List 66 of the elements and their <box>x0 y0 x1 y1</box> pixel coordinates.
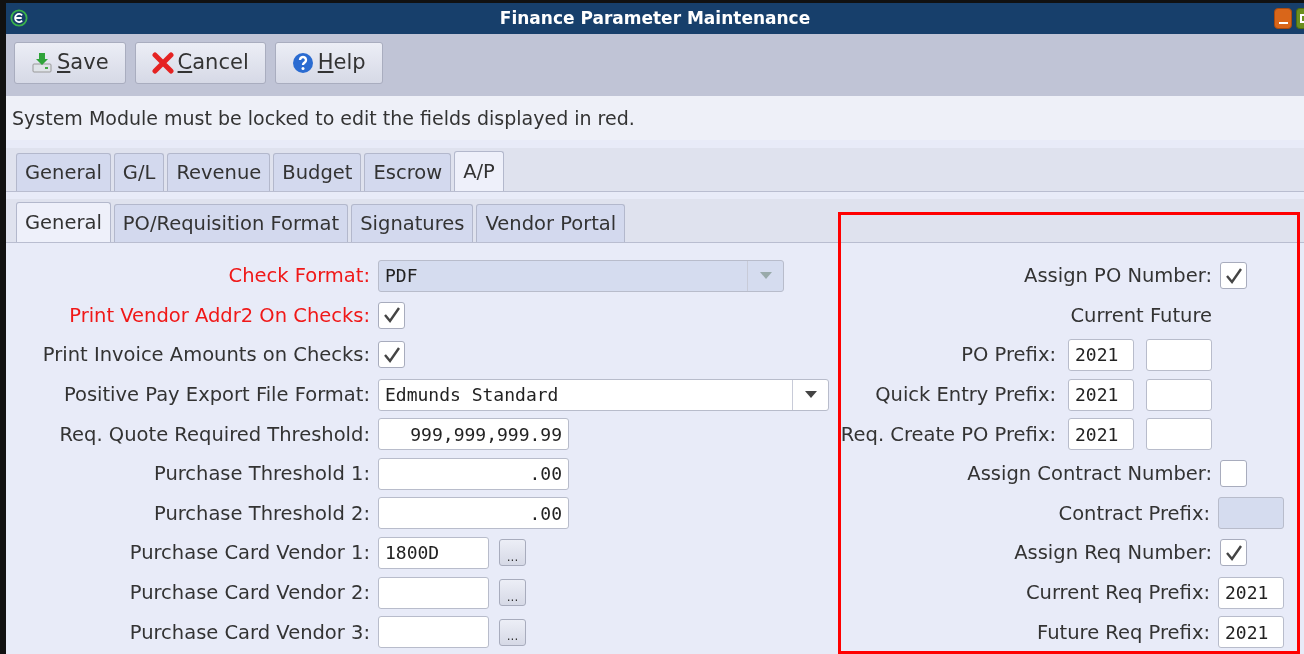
field-label: Purchase Threshold 1: <box>152 461 370 488</box>
tab[interactable]: G/L <box>113 153 165 191</box>
input-field[interactable]: 2021 <box>1218 616 1284 649</box>
number-field[interactable]: .00 <box>378 497 569 530</box>
field-label: Purchase Threshold 2: <box>152 500 370 527</box>
tab[interactable]: Signatures <box>351 204 474 242</box>
checkbox[interactable] <box>378 301 405 329</box>
help-button[interactable]: Help <box>274 42 383 84</box>
app-logo-icon <box>10 9 28 27</box>
field-label: PO Prefix: <box>961 342 1056 369</box>
input-field[interactable]: 1800D <box>378 536 489 569</box>
checkmark-icon <box>381 345 402 365</box>
column-header: Current Future <box>1070 302 1212 329</box>
tab[interactable]: General <box>16 202 111 242</box>
input-field[interactable] <box>1146 418 1212 451</box>
input-field[interactable] <box>1146 339 1212 371</box>
field-label: Contract Prefix: <box>1058 500 1210 527</box>
number-field[interactable]: .00 <box>378 457 569 490</box>
field-label: Assign Req Number: <box>1014 540 1212 567</box>
tab[interactable]: Budget <box>273 153 362 191</box>
tab[interactable]: A/P <box>454 151 504 191</box>
number-field[interactable]: 999,999,999.99 <box>378 418 569 451</box>
field-label: Assign PO Number: <box>1024 263 1212 290</box>
lookup-button[interactable]: ... <box>499 579 526 607</box>
field-label: Current Req Prefix: <box>1025 579 1210 606</box>
field-label: Assign Contract Number: <box>967 461 1212 488</box>
field-label: Req. Create PO Prefix: <box>840 421 1056 448</box>
caret-down-icon <box>804 391 817 399</box>
tab[interactable]: Escrow <box>364 153 452 191</box>
field-label: Print Vendor Addr2 On Checks: <box>68 302 370 329</box>
window-title: Finance Parameter Maintenance <box>499 6 811 30</box>
field-label: Print Invoice Amounts on Checks: <box>41 342 370 369</box>
checkbox[interactable] <box>1220 262 1247 290</box>
dropdown[interactable]: Edmunds Standard <box>378 378 829 411</box>
field-label: Future Req Prefix: <box>1037 619 1210 646</box>
checkbox[interactable] <box>1220 460 1247 488</box>
caret-down-icon <box>759 272 772 280</box>
field-label: Req. Quote Required Threshold: <box>58 421 370 448</box>
field-label: Purchase Card Vendor 1: <box>128 540 370 567</box>
field-label: Purchase Card Vendor 2: <box>128 579 370 606</box>
input-field[interactable] <box>378 576 489 609</box>
cancel-button[interactable]: Cancel <box>134 42 266 84</box>
tab[interactable]: Vendor Portal <box>476 204 626 242</box>
minimize-button[interactable] <box>1274 8 1292 29</box>
input-field[interactable] <box>1146 378 1212 411</box>
field-label: Quick Entry Prefix: <box>875 381 1056 408</box>
field-label: Purchase Card Vendor 3: <box>128 619 370 646</box>
field-label: Positive Pay Export File Format: <box>62 381 370 408</box>
lookup-button[interactable]: ... <box>499 618 526 646</box>
field-label: Check Format: <box>227 263 370 290</box>
lookup-button[interactable]: ... <box>499 539 526 567</box>
download-tray-icon <box>31 52 53 74</box>
tab[interactable]: General <box>16 153 111 191</box>
input-field[interactable]: 2021 <box>1068 418 1134 451</box>
info-message: System Module must be locked to edit the fields displayed in red. <box>6 96 1304 140</box>
help-icon <box>291 52 314 74</box>
checkbox[interactable] <box>378 341 405 369</box>
input-field[interactable]: 2021 <box>1068 378 1134 411</box>
x-icon <box>151 52 174 74</box>
input-field[interactable]: 2021 <box>1068 339 1134 371</box>
input-field[interactable]: 2021 <box>1218 576 1284 609</box>
tab[interactable]: PO/Requisition Format <box>113 204 349 242</box>
tab[interactable]: Revenue <box>167 153 271 191</box>
input-field[interactable] <box>378 616 489 649</box>
save-button[interactable]: Save <box>14 42 126 84</box>
checkbox[interactable] <box>1220 539 1247 567</box>
